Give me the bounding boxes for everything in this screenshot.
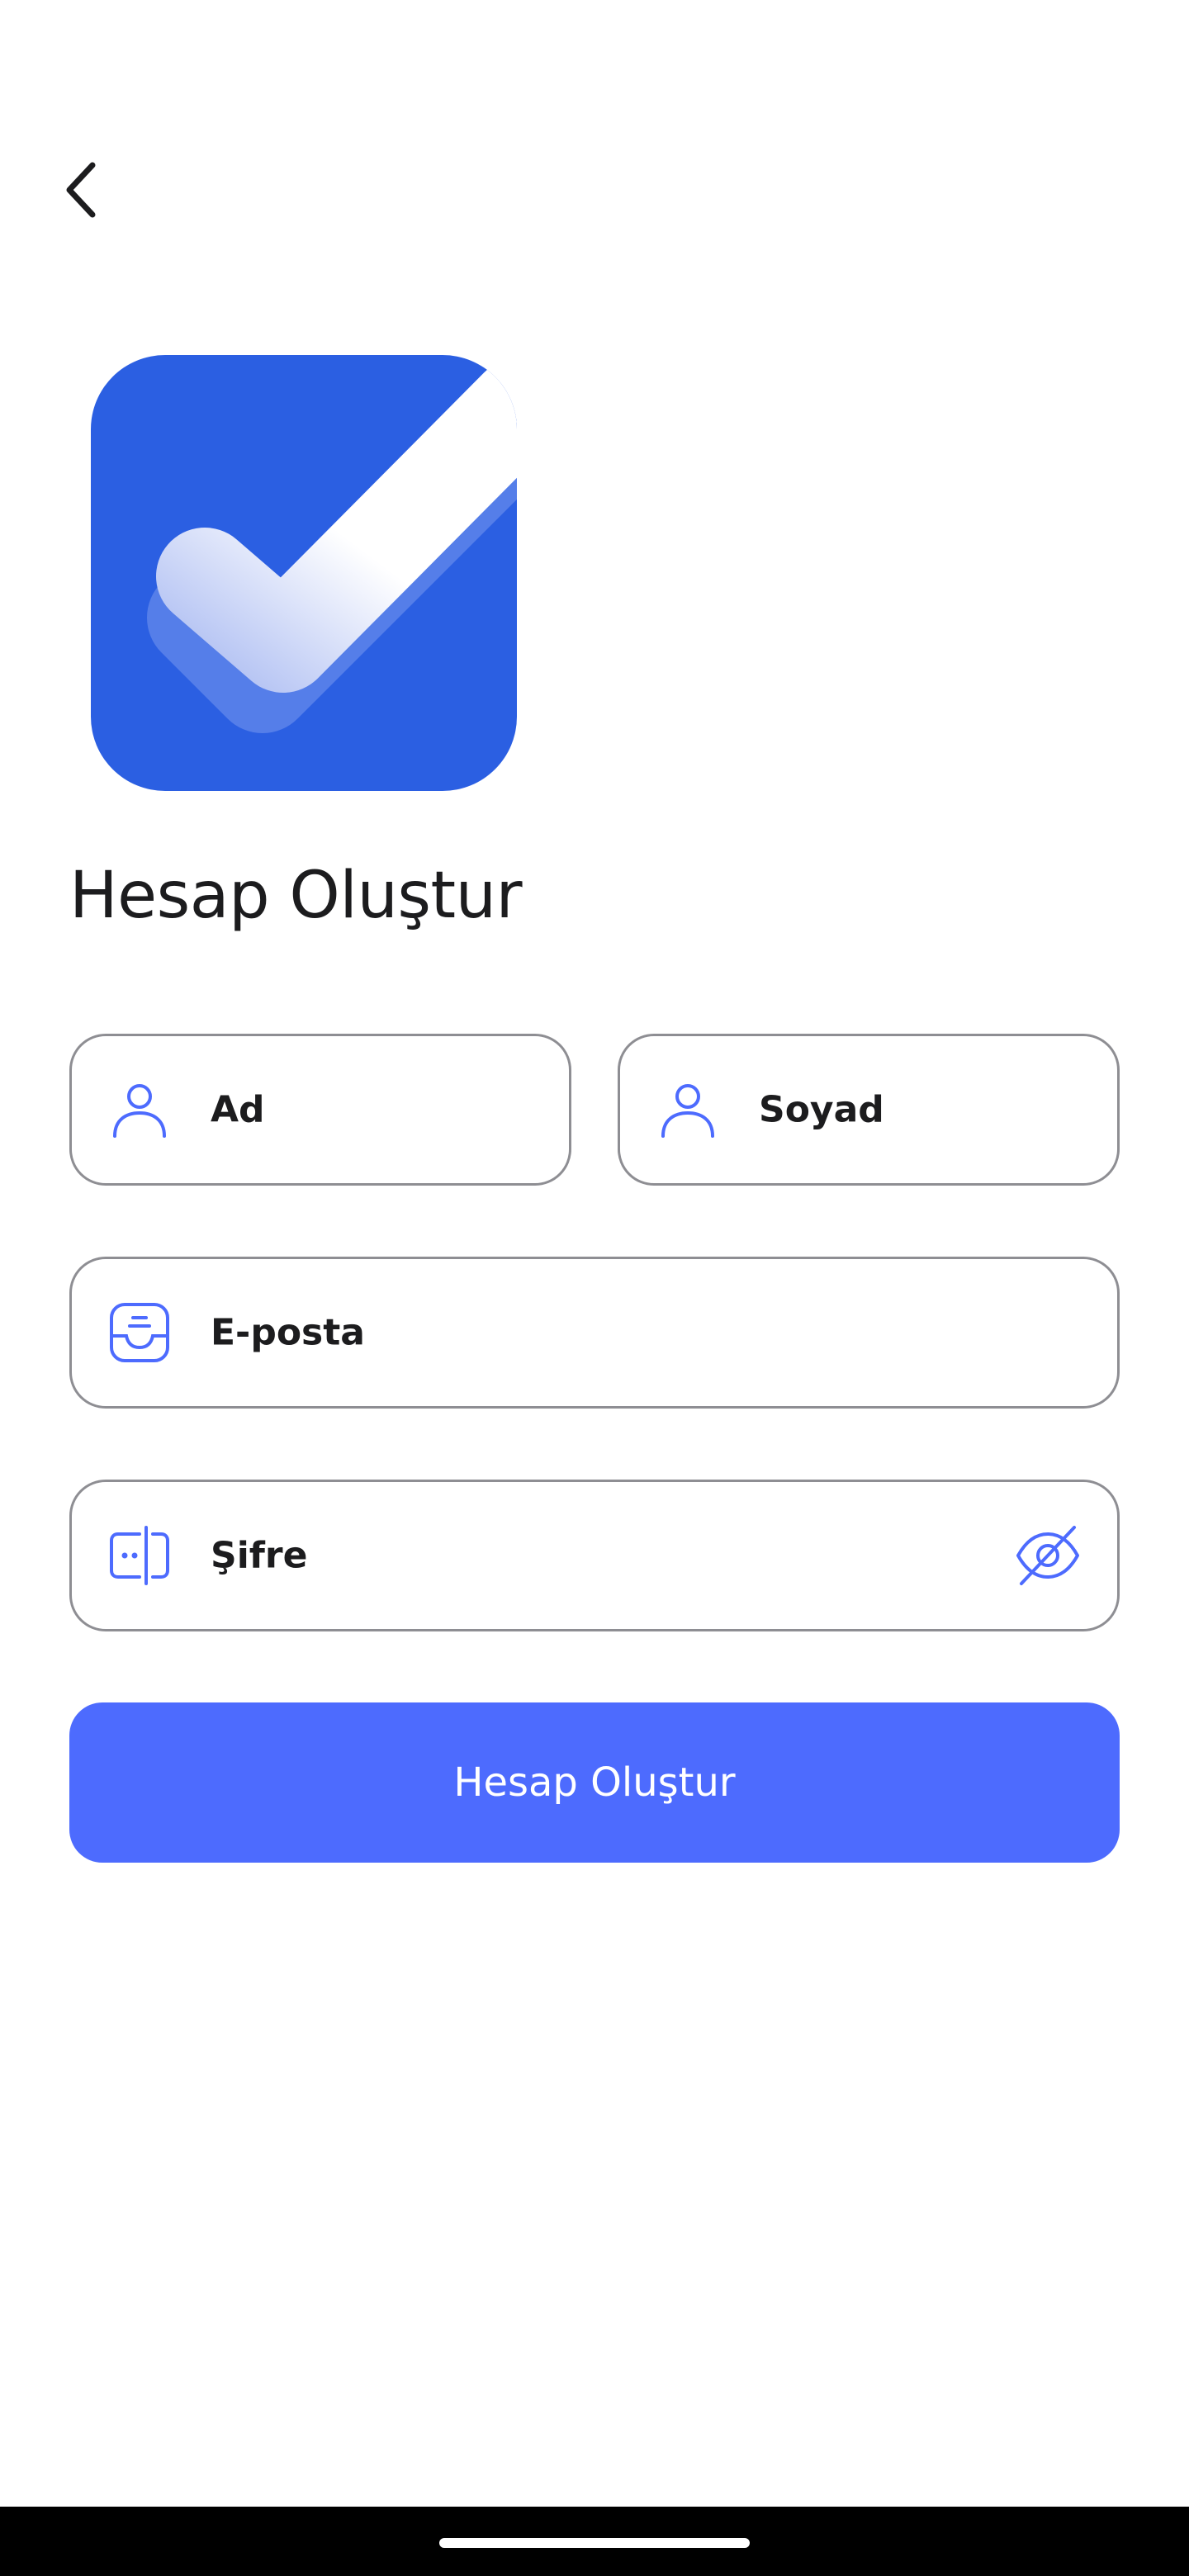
user-icon	[107, 1077, 173, 1143]
system-navigation-bar	[0, 2507, 1189, 2576]
last-name-field[interactable]: Soyad	[618, 1034, 1120, 1186]
toggle-password-visibility[interactable]	[1008, 1516, 1087, 1595]
password-icon	[107, 1522, 173, 1589]
app-logo	[89, 353, 519, 793]
user-icon	[655, 1077, 721, 1143]
email-placeholder: E-posta	[211, 1311, 365, 1354]
password-field[interactable]: Şifre	[69, 1480, 1120, 1631]
password-placeholder: Şifre	[211, 1534, 308, 1577]
create-account-button[interactable]: Hesap Oluştur	[69, 1702, 1120, 1863]
back-button[interactable]	[50, 157, 116, 223]
page-title: Hesap Oluştur	[69, 859, 523, 933]
eye-off-icon	[1016, 1526, 1079, 1585]
last-name-placeholder: Soyad	[759, 1088, 884, 1131]
inbox-icon	[107, 1300, 173, 1366]
first-name-placeholder: Ad	[211, 1088, 265, 1131]
chevron-left-icon	[66, 162, 96, 218]
checkmark-logo-icon	[91, 355, 517, 791]
email-field[interactable]: E-posta	[69, 1257, 1120, 1409]
first-name-field[interactable]: Ad	[69, 1034, 571, 1186]
home-indicator[interactable]	[439, 2538, 750, 2548]
